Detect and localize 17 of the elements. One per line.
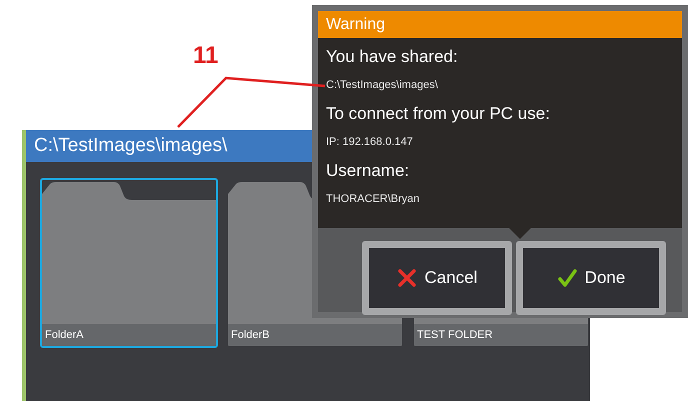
check-icon: [556, 268, 577, 288]
dialog-heading: To connect from your PC use:: [326, 102, 551, 125]
folder-tile[interactable]: FolderA: [40, 178, 218, 348]
dialog-value: THORACER\Bryan: [326, 192, 421, 207]
dialog-value: IP: 192.168.0.147: [326, 134, 414, 150]
dialog-heading: Username:: [326, 160, 410, 182]
dialog-title: Warning: [318, 11, 682, 38]
folder-name: FolderB: [228, 324, 402, 346]
folder-name: FolderA: [42, 324, 216, 346]
folder-icon: [42, 180, 216, 324]
dialog-heading: You have shared:: [326, 46, 459, 68]
folder-name: TEST FOLDER: [414, 324, 588, 346]
callout-number: 11: [193, 44, 218, 68]
dialog-value: C:\TestImages\images\: [326, 78, 439, 93]
done-button[interactable]: Done: [516, 241, 666, 315]
close-icon: [396, 268, 417, 288]
cancel-button[interactable]: Cancel: [362, 241, 512, 315]
